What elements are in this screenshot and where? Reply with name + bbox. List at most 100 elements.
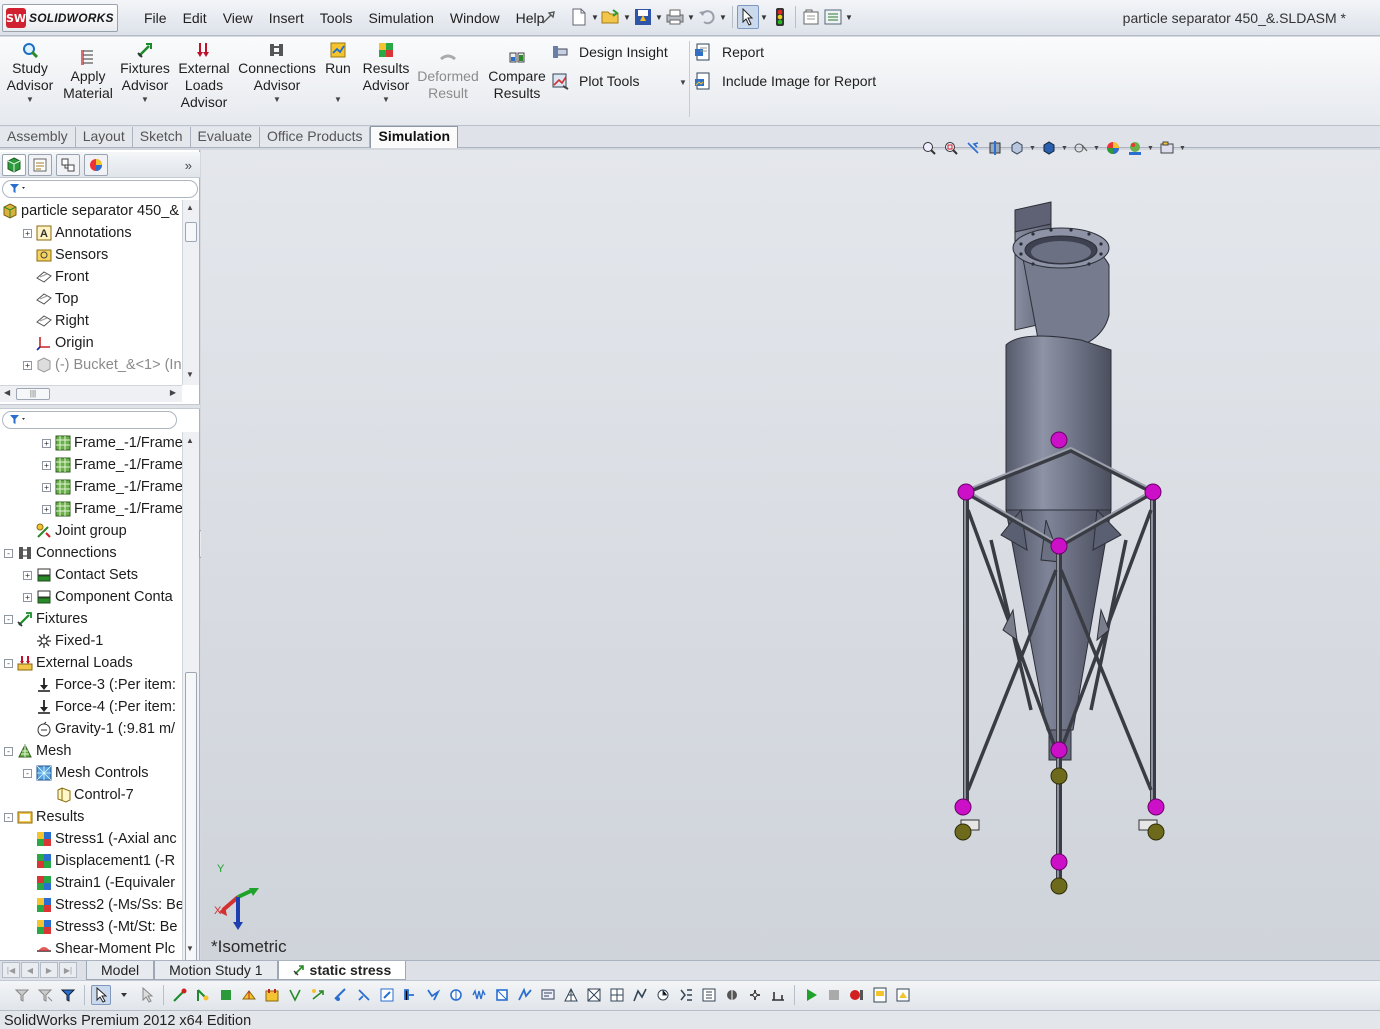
selection-filter-icon[interactable] [58,985,78,1005]
scroll-right-icon[interactable]: ▶ [170,388,176,397]
next-tab-icon[interactable]: ▶ [40,962,58,978]
simulation-tree-item[interactable]: Stress3 (-Mt/St: Be [23,916,177,938]
stop-icon[interactable] [824,985,844,1005]
feature-tree-scrollbar[interactable]: ▲ ▼ [182,200,199,385]
open-folder-icon[interactable] [600,5,622,29]
edit-appearance-icon[interactable] [1103,138,1123,158]
beam-joints-icon[interactable] [607,985,627,1005]
expand-icon[interactable]: + [23,228,32,238]
simulation-tree-item[interactable]: - External Loads [4,652,133,674]
menu-window[interactable]: Window [442,8,508,28]
fixtures-advisor-dropdown-icon[interactable]: ▼ [118,96,172,104]
view-orientation-icon[interactable] [1007,138,1027,158]
include-image-tool-icon[interactable] [893,985,913,1005]
feature-tree-item[interactable]: + A Annotations [23,222,132,244]
simulation-tree-item[interactable]: Fixed-1 [23,630,103,652]
sensor-tool-icon[interactable] [653,985,673,1005]
section-clip-icon[interactable] [722,985,742,1005]
scroll-left-icon[interactable]: ◀ [4,388,10,397]
fixture-tool-icon[interactable] [170,985,190,1005]
simulation-tree-item[interactable]: Shear-Moment Plc [23,938,175,960]
menu-tools[interactable]: Tools [312,8,361,28]
apply-scene-dropdown-icon[interactable]: ▼ [1147,145,1155,152]
section-view-icon[interactable] [985,138,1005,158]
expand-icon[interactable]: + [23,592,32,602]
compare-results-button[interactable]: Compare Results [486,49,548,102]
roller-tool-icon[interactable] [216,985,236,1005]
run-dropdown-icon[interactable]: ▼ [321,96,355,104]
tab-motion-study[interactable]: Motion Study 1 [154,961,278,980]
pin-menu-icon[interactable] [541,9,557,25]
tab-model[interactable]: Model [86,961,155,980]
menu-view[interactable]: View [215,8,261,28]
menu-file[interactable]: File [136,8,175,28]
simulation-tree-item[interactable]: - Mesh [4,740,71,762]
new-dropdown-icon[interactable]: ▼ [590,5,600,29]
save-dropdown-icon[interactable]: ▼ [654,5,664,29]
configuration-manager-tab[interactable] [56,154,80,176]
shell-manager-icon[interactable] [538,985,558,1005]
scroll-up-icon[interactable]: ▲ [186,203,194,212]
feature-tree-item[interactable]: + (-) Bucket_&<1> (Init [23,354,182,376]
feature-tree-hscrollbar[interactable]: ◀ ||| ▶ [0,385,182,402]
property-manager-tab[interactable] [28,154,52,176]
deformed-plot-icon[interactable] [768,985,788,1005]
rebuild-icon[interactable] [769,5,791,29]
simulation-tree-item[interactable]: Control-7 [42,784,134,806]
select-cursor-icon[interactable] [737,5,759,29]
hide-show-dropdown-icon[interactable]: ▼ [1093,145,1101,152]
apply-material-button[interactable]: Apply Material [62,49,114,102]
run-study-icon[interactable] [801,985,821,1005]
tab-office-products[interactable]: Office Products [260,127,371,147]
collapse-icon[interactable]: - [4,548,13,558]
simulation-tree-item[interactable]: Strain1 (-Equivaler [23,872,175,894]
undo-dropdown-icon[interactable]: ▼ [718,5,728,29]
simulation-tree-item[interactable]: Force-4 (:Per item: [23,696,176,718]
display-style-icon[interactable] [1039,138,1059,158]
feature-tree-item[interactable]: Top [23,288,78,310]
cyclone-separator-model[interactable] [921,190,1201,910]
force-tool-icon[interactable] [239,985,259,1005]
centrifugal-tool-icon[interactable] [308,985,328,1005]
simulation-tree-item[interactable]: - Fixtures [4,608,88,630]
simulation-tree-item[interactable]: + Frame_-1/Frame-b [42,498,182,520]
hide-show-items-icon[interactable] [1071,138,1091,158]
connector-spring-icon[interactable] [469,985,489,1005]
open-dropdown-icon[interactable]: ▼ [622,5,632,29]
collapse-icon[interactable]: - [4,812,13,822]
expand-icon[interactable]: + [23,570,32,580]
file-properties-icon[interactable] [800,5,822,29]
menu-edit[interactable]: Edit [175,8,215,28]
appearance-manager-tab[interactable] [84,154,108,176]
temperature-load-icon[interactable] [400,985,420,1005]
report-button[interactable]: Report [694,43,764,61]
select-dropdown-icon[interactable] [114,985,134,1005]
tab-static-stress[interactable]: static stress [277,961,407,980]
simulation-tree-item[interactable]: + Contact Sets [23,564,138,586]
run-button[interactable]: Run ▼ [321,41,355,104]
edit-joints-icon[interactable] [630,985,650,1005]
simulation-tree-item[interactable]: - Results [4,806,84,828]
rigid-connection-icon[interactable] [492,985,512,1005]
fixtures-advisor-button[interactable]: Fixtures Advisor ▼ [118,41,172,104]
collapse-icon[interactable]: - [4,746,13,756]
expand-panel-icon[interactable]: » [185,158,192,173]
tab-layout[interactable]: Layout [75,127,133,147]
previous-view-icon[interactable] [963,138,983,158]
apply-scene-icon[interactable] [1125,138,1145,158]
feature-tree-item[interactable]: Right [23,310,89,332]
simulation-tree-scrollbar[interactable]: ▲ ▼ [182,432,199,1029]
hscroll-thumb[interactable]: ||| [16,388,50,400]
simulation-tree-item[interactable]: + Frame_-1/Frame-b [42,476,182,498]
simulation-tree-item[interactable]: Gravity-1 (:9.81 m/ [23,718,175,740]
expand-icon[interactable]: + [42,504,51,514]
scroll-down-icon[interactable]: ▼ [186,370,194,379]
iso-clip-icon[interactable] [745,985,765,1005]
simulation-tree-item[interactable]: + Component Conta [23,586,173,608]
hinge-tool-icon[interactable] [193,985,213,1005]
gravity-tool-icon[interactable] [285,985,305,1005]
menu-simulation[interactable]: Simulation [360,8,441,28]
simulation-tree-item[interactable]: Force-3 (:Per item: [23,674,176,696]
zoom-to-area-icon[interactable] [941,138,961,158]
feature-tree-item[interactable]: Sensors [23,244,108,266]
